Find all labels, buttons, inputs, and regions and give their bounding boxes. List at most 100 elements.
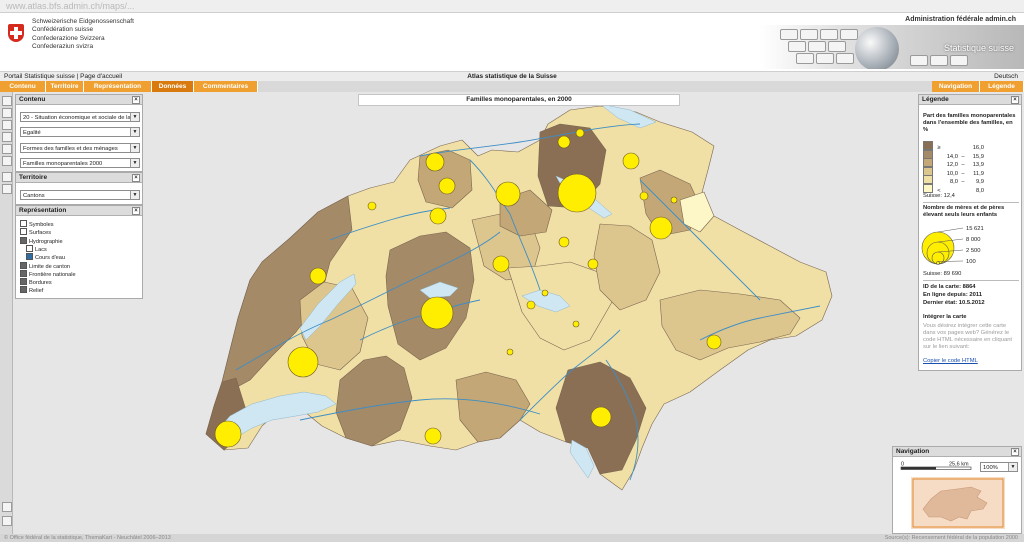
close-icon[interactable]: × <box>1011 96 1019 104</box>
proportional-symbol[interactable] <box>670 196 678 204</box>
confed-line: Schweizerische Eidgenossenschaft <box>32 18 134 25</box>
print-icon[interactable] <box>2 172 12 182</box>
close-icon[interactable]: × <box>1011 448 1019 456</box>
breadcrumb-portal-link[interactable]: Portail Statistique suisse <box>4 73 75 80</box>
territory-select[interactable]: Cantons ▼ <box>20 190 140 200</box>
layer-row[interactable]: Relief <box>20 286 43 294</box>
layer-row[interactable]: Hydrographie <box>20 236 63 245</box>
layer-row[interactable]: Surfaces <box>20 228 51 236</box>
tab-navigation[interactable]: Navigation <box>932 81 980 92</box>
proportional-symbol[interactable] <box>420 296 454 330</box>
proportional-symbol[interactable] <box>214 420 242 448</box>
tab-representation[interactable]: Représentation <box>84 81 152 92</box>
proportional-symbol[interactable] <box>526 300 536 310</box>
zoom-box-icon[interactable] <box>2 132 12 142</box>
layer-row[interactable]: Limite de canton <box>20 261 71 270</box>
proportional-symbol[interactable] <box>622 152 640 170</box>
proportional-symbol[interactable] <box>541 289 549 297</box>
proportional-symbol[interactable] <box>424 427 442 445</box>
tab-donnees[interactable]: Données <box>152 81 194 92</box>
chevron-down-icon[interactable]: ▼ <box>130 191 139 199</box>
layer-checkbox[interactable] <box>20 278 27 286</box>
layer-row[interactable]: Lacs <box>26 244 47 253</box>
proportional-symbol[interactable] <box>429 207 447 225</box>
layer-label: Limite de canton <box>29 263 71 270</box>
zoom-in-icon[interactable] <box>2 108 12 118</box>
proportional-symbol[interactable] <box>706 334 722 350</box>
proportional-symbol[interactable] <box>639 191 649 201</box>
full-extent-icon[interactable] <box>2 144 12 154</box>
select-value: 20 - Situation économique et sociale de … <box>23 115 131 121</box>
proportional-symbol[interactable] <box>557 173 597 213</box>
layer-checkbox[interactable] <box>20 228 27 236</box>
chevron-down-icon[interactable]: ▼ <box>130 113 139 121</box>
panel-title: Territoire <box>19 174 48 181</box>
proportional-symbol[interactable] <box>438 177 456 195</box>
subtheme-select[interactable]: Egalité ▼ <box>20 127 140 137</box>
theme-select[interactable]: 20 - Situation économique et sociale de … <box>20 112 140 122</box>
proportional-symbol[interactable] <box>425 152 445 172</box>
symbol-legend: 15 621 8 000 2 500 100 <box>921 226 984 265</box>
layer-checkbox[interactable] <box>20 261 27 269</box>
admin-link[interactable]: Administration fédérale admin.ch <box>905 16 1016 23</box>
layer-label: Relief <box>29 288 44 295</box>
mail-icon[interactable] <box>2 516 12 526</box>
chevron-down-icon[interactable]: ▼ <box>130 128 139 136</box>
layer-label: Cours d'eau <box>35 255 65 262</box>
proportional-symbol[interactable] <box>367 201 377 211</box>
legend-class-text: 8,0 <box>975 187 984 194</box>
chevron-down-icon[interactable]: ▼ <box>1008 463 1017 471</box>
choropleth-map[interactable] <box>12 92 912 534</box>
tab-legende[interactable]: Légende <box>980 81 1024 92</box>
proportional-symbol[interactable] <box>558 236 570 248</box>
layer-checkbox[interactable] <box>20 236 27 244</box>
proportional-symbol[interactable] <box>287 346 319 378</box>
panel-title: Légende <box>922 96 949 103</box>
layer-row[interactable]: Frontière nationale <box>20 269 76 278</box>
help-icon[interactable] <box>2 502 12 512</box>
export-icon[interactable] <box>2 184 12 194</box>
info-tool-icon[interactable] <box>2 156 12 166</box>
layer-row[interactable]: Bordures <box>20 278 52 286</box>
address-bar[interactable]: www.atlas.bfs.admin.ch/maps/... <box>0 0 1024 13</box>
overview-map[interactable] <box>911 477 1005 529</box>
tab-commentaires[interactable]: Commentaires <box>194 81 258 92</box>
layer-checkbox[interactable] <box>26 253 33 261</box>
close-icon[interactable]: × <box>132 174 140 182</box>
layer-checkbox[interactable] <box>26 244 33 252</box>
layer-checkbox[interactable] <box>20 269 27 277</box>
select-value: Egalité <box>23 130 41 136</box>
layer-checkbox[interactable] <box>20 220 27 227</box>
indicator-select[interactable]: Familles monoparentales 2000 ▼ <box>20 158 140 168</box>
swiss-cross-logo <box>8 24 24 42</box>
proportional-symbol[interactable] <box>557 135 571 149</box>
proportional-symbol[interactable] <box>495 181 521 207</box>
layer-row[interactable]: Symboles <box>20 220 54 228</box>
zoom-select[interactable]: 100% ▼ <box>980 462 1018 472</box>
tab-contenu[interactable]: Contenu <box>0 81 46 92</box>
proportional-symbol[interactable] <box>587 258 599 270</box>
proportional-symbol[interactable] <box>572 320 580 328</box>
tab-territoire[interactable]: Territoire <box>46 81 84 92</box>
proportional-symbol[interactable] <box>492 255 510 273</box>
panel-title: Navigation <box>896 448 930 455</box>
proportional-symbol[interactable] <box>506 348 514 356</box>
topic-select[interactable]: Formes des familles et des ménages ▼ <box>20 143 140 153</box>
breadcrumb-home-link[interactable]: Page d'accueil <box>80 73 122 80</box>
chevron-down-icon[interactable]: ▼ <box>130 159 139 167</box>
copy-html-link[interactable]: Copier le code HTML <box>923 358 978 364</box>
chevron-down-icon[interactable]: ▼ <box>130 144 139 152</box>
select-value: 100% <box>983 465 998 471</box>
proportional-symbol[interactable] <box>590 406 612 428</box>
zoom-out-icon[interactable] <box>2 120 12 130</box>
legend-divider <box>923 280 1019 281</box>
proportional-symbol[interactable] <box>649 216 673 240</box>
proportional-symbol[interactable] <box>575 128 585 138</box>
close-icon[interactable]: × <box>132 207 140 215</box>
layer-row[interactable]: Cours d'eau <box>26 253 65 261</box>
layer-checkbox[interactable] <box>20 286 27 294</box>
legend-panel: Légende × Part des familles monoparentale… <box>918 94 1022 371</box>
pan-tool-icon[interactable] <box>2 96 12 106</box>
close-icon[interactable]: × <box>132 96 140 104</box>
proportional-symbol[interactable] <box>309 267 327 285</box>
